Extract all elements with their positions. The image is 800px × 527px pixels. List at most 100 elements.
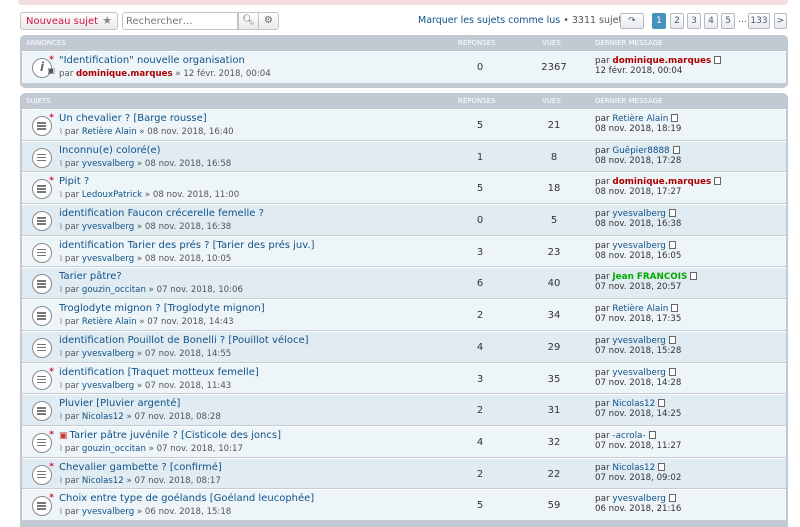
page-5[interactable]: 5 [721,13,735,29]
topic-title-text[interactable]: Choix entre type de goélands [Goéland le… [59,493,314,504]
go-to-post-icon[interactable] [668,367,676,376]
topic-title-link[interactable]: "Identification" nouvelle organisation [59,55,245,66]
topic-read-icon [32,211,52,232]
topic-title-text[interactable]: Tarier pâtre? [59,271,122,282]
by-label: par [64,190,80,201]
error-banner-edge [18,0,788,5]
page-4[interactable]: 4 [704,13,718,29]
search-icon[interactable]: 🔍︎ [238,12,259,30]
page-3[interactable]: 3 [687,13,701,29]
topic-author-link[interactable]: LedouxPatrick [82,190,142,200]
topic-title-text[interactable]: identification Pouillot de Bonelli ? [Po… [59,335,309,346]
gear-icon[interactable]: ⚙ [258,12,279,30]
topic-author-link[interactable]: yvesvalberg [82,349,134,359]
last-post-author-link[interactable]: dominique.marques [612,177,711,187]
last-post-author-link[interactable]: dominique.marques [612,56,711,66]
topic-title-text[interactable]: Troglodyte mignon ? [Troglodyte mignon] [59,303,265,314]
topic-title-text[interactable]: Chevalier gambette ? [confirmé] [59,462,222,473]
topic-author-link[interactable]: yvesvalberg [82,507,134,517]
last-post-author-link[interactable]: yvesvalberg [612,368,666,378]
topic-title-link[interactable]: Pluvier [Pluvier argenté] [59,398,180,409]
go-to-post-icon[interactable] [690,272,698,281]
last-post-author-link[interactable]: Retière Alain [612,114,668,124]
page-last[interactable]: 133 [748,13,770,29]
last-post-author-link[interactable]: Guêpier8888 [612,146,669,156]
topic-author-link[interactable]: yvesvalberg [82,222,134,232]
last-post-author-link[interactable]: yvesvalberg [612,209,666,219]
col-last-post: DERNIER MESSAGE [595,39,663,47]
last-post-author-link[interactable]: -acrola- [612,431,645,441]
reply-count: 4 [476,341,484,353]
topic-author-link[interactable]: dominique.marques [76,69,173,79]
new-topic-button[interactable]: Nouveau sujet ★ [20,12,118,30]
go-to-post-icon[interactable] [648,430,656,439]
last-post-author-link[interactable]: Nicolas12 [612,399,655,409]
announcements-heading: ANNONCES [26,39,66,47]
topic-title-text[interactable]: Tarier pâtre juvénile ? [Cisticole des j… [70,430,281,441]
unread-star-icon: * [49,461,54,472]
topic-title-text[interactable]: Un chevalier ? [Barge rousse] [59,113,207,124]
search-input[interactable] [122,12,238,30]
topic-title-link[interactable]: Choix entre type de goélands [Goéland le… [59,493,314,504]
topic-author-link[interactable]: gouzin_occitan [82,444,146,454]
topic-title-link[interactable]: Un chevalier ? [Barge rousse] [59,113,207,124]
topic-title-link[interactable]: identification [Traquet motteux femelle] [59,367,259,378]
topic-author-link[interactable]: yvesvalberg [82,254,134,264]
last-post-author-link[interactable]: yvesvalberg [612,336,666,346]
go-to-post-icon[interactable] [658,399,666,408]
topic-author-link[interactable]: gouzin_occitan [82,285,146,295]
last-post-author-link[interactable]: Jean FRANCOIS [612,272,687,282]
go-to-post-icon[interactable] [671,304,679,313]
view-count: 59 [547,500,561,512]
topic-title-text[interactable]: Inconnu(e) coloré(e) [59,145,161,156]
topic-title-link[interactable]: identification Faucon crécerelle femelle… [59,208,264,219]
topic-title-link[interactable]: Tarier pâtre? [59,271,122,282]
go-to-post-icon[interactable] [668,494,676,503]
topic-author-link[interactable]: Retière Alain [82,127,137,137]
unread-star-icon: * [49,176,54,187]
topic-title-text[interactable]: Pluvier [Pluvier argenté] [59,398,180,409]
topic-author-link[interactable]: Retière Alain [82,317,137,327]
topic-author-link[interactable]: yvesvalberg [82,159,134,169]
last-post-author-link[interactable]: Nicolas12 [612,463,655,473]
go-to-post-icon[interactable] [668,240,676,249]
topic-title-link[interactable]: Chevalier gambette ? [confirmé] [59,462,222,473]
last-post-date: 07 nov. 2018, 11:27 [595,440,682,451]
go-to-post-icon[interactable] [714,56,722,64]
page-2[interactable]: 2 [670,13,684,29]
topic-title-text[interactable]: identification [Traquet motteux femelle] [59,367,259,378]
page-1[interactable]: 1 [652,13,666,29]
last-post-date: 12 févr. 2018, 00:04 [595,66,683,76]
go-to-post-icon[interactable] [668,209,676,218]
go-to-post-icon[interactable] [668,335,676,344]
last-post-author-link[interactable]: yvesvalberg [612,494,666,504]
topic-title-link[interactable]: Inconnu(e) coloré(e) [59,145,161,156]
topic-meta: ⌇ par Nicolas12 » 07 nov. 2018, 08:17 [59,476,221,486]
reply-count: 3 [476,246,484,258]
last-post-author-link[interactable]: yvesvalberg [612,241,666,251]
go-to-post-icon[interactable] [714,177,722,186]
next-page-button[interactable]: > [774,13,787,29]
topic-author-link[interactable]: yvesvalberg [82,381,134,391]
col-last-post: DERNIER MESSAGE [595,97,663,105]
go-to-post-icon[interactable] [658,462,666,471]
topic-title-link[interactable]: ▣ Tarier pâtre juvénile ? [Cisticole des … [59,430,281,441]
topic-title-link[interactable]: identification Pouillot de Bonelli ? [Po… [59,335,309,346]
topic-title-link[interactable]: Troglodyte mignon ? [Troglodyte mignon] [59,303,265,314]
last-post: par yvesvalberg 08 nov. 2018, 16:05 [595,240,681,261]
reply-count: 1 [476,151,484,163]
mark-read-label[interactable]: Marquer les sujets comme lus [418,15,560,26]
topic-title-link[interactable]: Pipit ? [59,176,89,187]
topic-author-link[interactable]: Nicolas12 [82,476,124,486]
topic-title-text[interactable]: identification Tarier des prés ? [Tarier… [59,240,314,251]
topic-author-link[interactable]: Nicolas12 [82,412,124,422]
go-to-post-icon[interactable] [672,145,680,154]
topic-title-text[interactable]: Pipit ? [59,176,89,187]
mark-read-link[interactable]: Marquer les sujets comme lus • 3311 suje… [418,15,627,26]
jump-to-page-icon[interactable]: ↷ [620,13,644,29]
topic-title-text[interactable]: identification Faucon crécerelle femelle… [59,208,264,219]
topic-title-link[interactable]: identification Tarier des prés ? [Tarier… [59,240,314,251]
topic-read-icon: * [32,176,54,200]
go-to-post-icon[interactable] [671,114,679,122]
last-post-author-link[interactable]: Retière Alain [612,304,668,314]
